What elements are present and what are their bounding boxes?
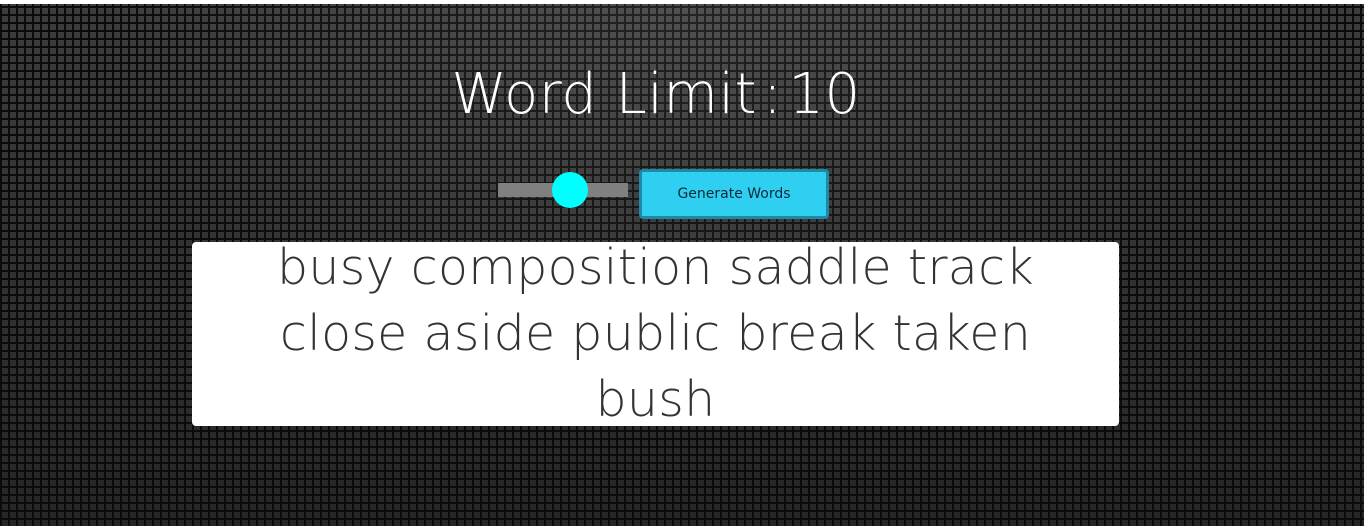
word-limit-heading: Word Limit:10 <box>0 58 1312 132</box>
generated-words-text: busy composition saddle track close asid… <box>276 239 1035 428</box>
word-limit-label: Word Limit <box>451 62 757 127</box>
generate-words-button[interactable]: Generate Words <box>639 169 829 219</box>
word-limit-slider[interactable] <box>498 172 628 208</box>
slider-thumb[interactable] <box>552 172 588 208</box>
top-edge-strip <box>0 0 1364 4</box>
generated-words-box: busy composition saddle track close asid… <box>192 239 1119 428</box>
word-limit-value: 10 <box>788 62 861 127</box>
word-limit-separator: : <box>762 62 783 127</box>
